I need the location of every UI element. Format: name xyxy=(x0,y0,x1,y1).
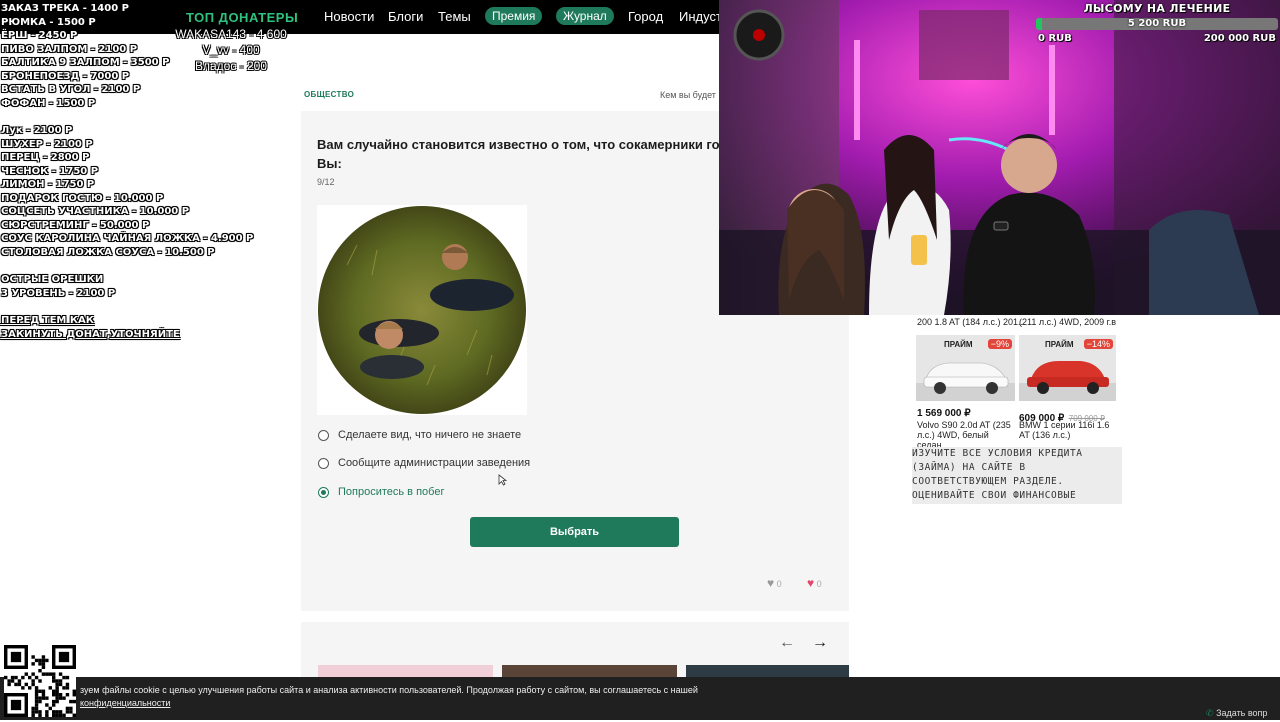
mouse-cursor-icon xyxy=(498,474,508,486)
nav-blogs[interactable]: Блоги xyxy=(388,9,423,24)
price-item: РЮМКА - 1500 Р xyxy=(1,16,96,28)
car-photo: ПРАЙМ −14% xyxy=(1019,335,1116,401)
article-byline: Кем вы будет xyxy=(660,90,716,100)
ask-question-label: Задать вопр xyxy=(1216,708,1268,718)
cookie-text: зуем файлы cookie с целью улучшения рабо… xyxy=(80,684,698,710)
privacy-policy-link[interactable]: конфиденциальности xyxy=(80,697,698,710)
option-label: Попроситесь в побег xyxy=(338,486,445,498)
radio-button-selected[interactable] xyxy=(318,487,329,498)
credit-disclaimer: ИЗУЧИТЕ ВСЕ УСЛОВИЯ КРЕДИТА (ЗАЙМА) НА С… xyxy=(912,447,1122,504)
qr-code xyxy=(4,645,76,717)
site-logo[interactable]: ТОП ДОНАТЕРЫ xyxy=(186,10,298,25)
discount-badge: −9% xyxy=(987,339,1012,349)
like-count: 0 xyxy=(776,579,782,589)
nav-journal[interactable]: Журнал xyxy=(556,7,614,25)
nav-topics[interactable]: Темы xyxy=(438,9,471,24)
price-item: СТОЛОВАЯ ЛОЖКА СОУСА - 10.500 Р xyxy=(1,246,215,258)
notice-line: ПЕРЕД ТЕМ КАК xyxy=(1,315,94,326)
discount-badge: −14% xyxy=(1083,339,1113,349)
price-item: СЮРСТРЕМИНГ - 50.000 Р xyxy=(1,219,150,231)
quiz-option-1[interactable]: Сделаете вид, что ничего не знаете xyxy=(318,429,618,445)
donation-goal: ЛЫСОМУ НА ЛЕЧЕНИЕ 5 200 RUB 0 RUB 200 00… xyxy=(1034,0,1280,48)
top-donors-title: ТОП ДОНАТЕРЫ xyxy=(186,10,299,25)
nav-premium[interactable]: Премия xyxy=(485,7,543,25)
nav-news[interactable]: Новости xyxy=(324,9,374,24)
car-description: Volvo S90 2.0d AT (235 л.с.) 4WD, белый … xyxy=(917,420,1011,450)
price-item: БАЛТИКА 9 ЗАЛПОМ - 3500 Р xyxy=(1,57,170,68)
price-item: ВСТАТЬ В УГОЛ - 2100 Р xyxy=(1,84,141,95)
ad-caption-right: (211 л.с.) 4WD, 2009 г.в xyxy=(1019,317,1117,327)
price-item: ПОДАРОК ГОСТЮ - 10.000 Р xyxy=(1,192,164,204)
love-count: 0 xyxy=(816,579,822,589)
ask-question-button[interactable]: ✆ Задать вопр xyxy=(1206,708,1267,719)
radio-button[interactable] xyxy=(318,430,329,441)
price-group-nuts: ОСТРЫЕ ОРЕШКИ 3 УРОВЕНЬ - 2100 Р xyxy=(1,273,201,300)
car-price: 1 569 000 ₽ xyxy=(917,408,971,419)
quiz-question: Вам случайно становится известно о том, … xyxy=(317,135,719,173)
carousel-prev-arrow-icon[interactable]: ← xyxy=(779,634,795,652)
heart-outline-icon: ♥ xyxy=(767,576,775,590)
category-tag[interactable]: ОБЩЕСТВО xyxy=(304,90,354,99)
car-ad-bmw[interactable]: ПРАЙМ −14% 609 000 ₽ 709 000 ₽ BMW 1 сер… xyxy=(1019,335,1118,440)
donation-notice: ПЕРЕД ТЕМ КАК ЗАКИНУТЬ ДОНАТ,УТОЧНЯЙТЕ xyxy=(1,314,201,341)
chat-icon: ✆ xyxy=(1206,708,1214,718)
car-photo: ПРАЙМ −9% xyxy=(916,335,1015,401)
price-item: ФОФАН - 1500 Р xyxy=(1,97,96,109)
price-item: ЗАКАЗ ТРЕКА - 1400 Р xyxy=(1,3,129,14)
price-item: СОУС КАРОЛИНА ЧАЙНАЯ ЛОЖКА - 4.900 Р xyxy=(1,233,254,244)
price-item: ПИВО ЗАЛПОМ - 2100 Р xyxy=(1,43,138,55)
quiz-progress: 9/12 xyxy=(317,177,335,187)
qr-code-image xyxy=(4,645,76,717)
question-line: Вам случайно становится известно о том, … xyxy=(317,137,719,152)
submit-answer-button[interactable]: Выбрать xyxy=(470,517,679,547)
price-item: БРОНЕПОЕЗД - 7000 Р xyxy=(1,70,130,82)
price-item: ЧЕСНОК - 1750 Р xyxy=(1,165,99,177)
price-item: СОЦСЕТЬ УЧАСТНИКА - 10.000 Р xyxy=(1,206,190,217)
price-item: ЁРШ - 2450 Р xyxy=(1,30,78,41)
price-group-food: Лук - 2100 Р ШУХЕР - 2100 Р ПЕРЕЦ - 2800… xyxy=(1,124,254,259)
quiz-option-3[interactable]: Попроситесь в побег xyxy=(318,486,618,502)
cookie-line: зуем файлы cookie с целью улучшения рабо… xyxy=(80,685,698,695)
price-item: ШУХЕР - 2100 Р xyxy=(1,138,93,150)
price-item: 3 УРОВЕНЬ - 2100 Р xyxy=(1,287,116,299)
quiz-image xyxy=(317,205,527,415)
nav-city[interactable]: Город xyxy=(628,9,663,24)
heart-icon: ♥ xyxy=(807,576,815,590)
price-item: Лук - 2100 Р xyxy=(1,125,73,136)
soldiers-in-grass-image xyxy=(318,206,526,414)
donation-price-list: ЗАКАЗ ТРЕКА - 1400 Р РЮМКА - 1500 Р ЁРШ … xyxy=(1,2,254,341)
car-description: BMW 1 серии 116i 1.6 AT (136 л.с.) xyxy=(1019,420,1110,440)
option-label: Сделаете вид, что ничего не знаете xyxy=(338,429,522,441)
notice-line: ЗАКИНУТЬ ДОНАТ,УТОЧНЯЙТЕ xyxy=(1,328,180,340)
carousel-next-arrow-icon[interactable]: → xyxy=(812,634,828,652)
goal-max: 200 000 RUB xyxy=(1203,33,1276,44)
price-item: ОСТРЫЕ ОРЕШКИ xyxy=(1,274,104,285)
price-item: ЛИМОН - 1750 Р xyxy=(1,179,95,190)
quiz-option-2[interactable]: Сообщите администрации заведения xyxy=(318,457,618,473)
price-item: ПЕРЕЦ - 2800 Р xyxy=(1,152,90,163)
goal-min: 0 RUB xyxy=(1038,33,1072,44)
goal-current: 5 200 RUB xyxy=(1127,18,1187,29)
dealer-brand: ПРАЙМ xyxy=(944,340,973,349)
option-label: Сообщите администрации заведения xyxy=(338,457,531,469)
question-line: Вы: xyxy=(317,156,342,171)
like-reaction[interactable]: ♥ 0 xyxy=(767,576,782,590)
goal-title: ЛЫСОМУ НА ЛЕЧЕНИЕ xyxy=(1083,2,1231,15)
ad-caption-left: 200 1.8 AT (184 л.с.) 201... xyxy=(917,317,1026,327)
love-reaction[interactable]: ♥ 0 xyxy=(807,576,822,590)
radio-button[interactable] xyxy=(318,458,329,469)
car-ad-volvo[interactable]: ПРАЙМ −9% 1 569 000 ₽ Volvo S90 2.0d AT … xyxy=(916,335,1015,450)
dealer-brand: ПРАЙМ xyxy=(1045,340,1074,349)
price-group-drinks: ЗАКАЗ ТРЕКА - 1400 Р РЮМКА - 1500 Р ЁРШ … xyxy=(1,2,201,110)
